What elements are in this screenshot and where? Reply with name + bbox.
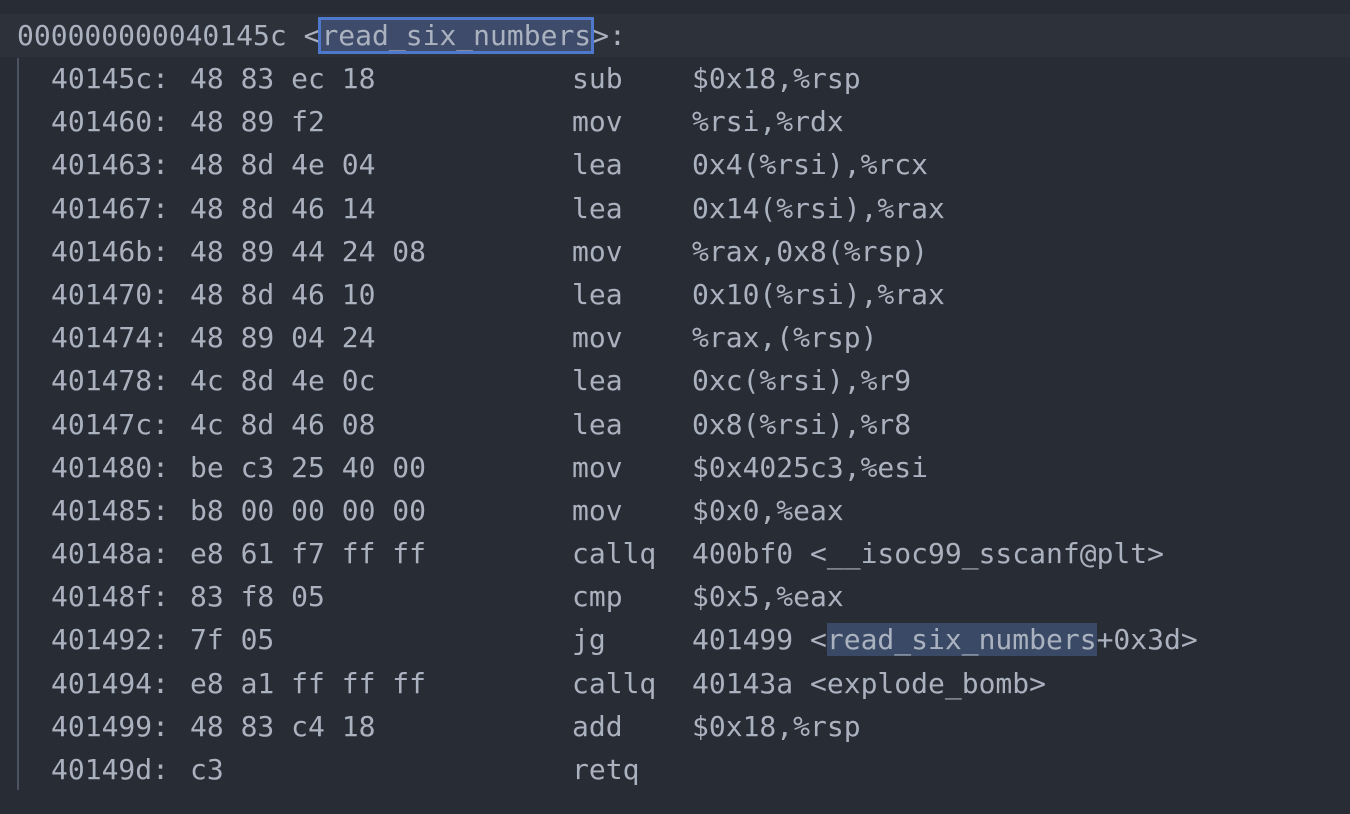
instruction-mnemonic: mov (572, 493, 623, 527)
instruction-mnemonic: mov (572, 234, 623, 268)
instruction-address: 40148f: (51, 580, 170, 614)
instruction-bytes: b8 00 00 00 00 (190, 493, 427, 527)
function-address: 000000000040145c (17, 19, 287, 52)
instruction-address: 40146b: (51, 234, 170, 268)
instruction-bytes: 48 8d 46 14 (190, 191, 376, 225)
instruction-row[interactable]: 401470: 48 8d 46 10 lea 0x10(%rsi),%rax (0, 273, 1350, 316)
instruction-address: 401470: (51, 277, 170, 311)
instruction-bytes: 7f 05 (190, 623, 275, 657)
instruction-address: 401460: (51, 105, 170, 139)
instruction-address: 401480: (51, 450, 170, 484)
instruction-row[interactable]: 401485: b8 00 00 00 00 mov $0x0,%eax (0, 489, 1350, 532)
instruction-row[interactable]: 40147c: 4c 8d 46 08 lea 0x8(%rsi),%r8 (0, 403, 1350, 446)
instruction-row[interactable]: 401460: 48 89 f2 mov %rsi,%rdx (0, 100, 1350, 143)
function-header-line[interactable]: 000000000040145c <read_six_numbers>: (0, 14, 1350, 57)
instruction-list: 40145c: 48 83 ec 18 sub $0x18,%rsp 401460: 48… (0, 57, 1350, 791)
instruction-operands: %rsi,%rdx (692, 105, 844, 139)
instruction-operands: 400bf0 <__isoc99_sscanf@plt> (692, 537, 1165, 571)
instruction-mnemonic: lea (572, 191, 623, 225)
instruction-mnemonic: mov (572, 450, 623, 484)
instruction-address: 401485: (51, 493, 170, 527)
instruction-mnemonic: lea (572, 407, 623, 441)
instruction-row[interactable]: 40148a: e8 61 f7 ff ff callq 400bf0 <__isoc… (0, 532, 1350, 575)
instruction-operands: $0x5,%eax (692, 580, 844, 614)
instruction-bytes: 48 83 c4 18 (190, 709, 376, 743)
instruction-mnemonic: lea (572, 277, 623, 311)
instruction-address: 40145c: (51, 62, 170, 95)
instruction-mnemonic: callq (572, 666, 657, 700)
instruction-bytes: 48 89 44 24 08 (190, 234, 427, 268)
instruction-row[interactable]: 40149d: c3 retq (0, 748, 1350, 791)
instruction-address: 401467: (51, 191, 170, 225)
instruction-bytes: 83 f8 05 (190, 580, 325, 614)
instruction-operands: $0x18,%rsp (692, 62, 861, 95)
function-open-bracket: < (286, 19, 321, 52)
instruction-address: 40149d: (51, 753, 170, 786)
instruction-operands: $0x18,%rsp (692, 709, 861, 743)
instruction-bytes: 4c 8d 46 08 (190, 407, 376, 441)
operand-suffix: +0x3d> (1096, 623, 1198, 657)
instruction-bytes: 48 8d 4e 04 (190, 148, 376, 182)
instruction-operands: $0x0,%eax (692, 493, 844, 527)
symbol-match-highlight[interactable]: read_six_numbers (826, 623, 1097, 657)
instruction-mnemonic: mov (572, 105, 623, 139)
instruction-operands: 0xc(%rsi),%r9 (692, 364, 912, 398)
function-close-bracket: >: (592, 19, 626, 52)
instruction-bytes: c3 (190, 753, 224, 786)
instruction-bytes: be c3 25 40 00 (190, 450, 427, 484)
instruction-bytes: 48 83 ec 18 (190, 62, 376, 95)
function-name-selection[interactable]: read_six_numbers (318, 17, 595, 54)
instruction-address: 401463: (51, 148, 170, 182)
instruction-bytes: 48 89 f2 (190, 105, 325, 139)
instruction-row[interactable]: 401492: 7f 05 jg 401499 <read_six_numbers+0… (0, 618, 1350, 661)
instruction-address: 401492: (51, 623, 170, 657)
instruction-address: 401478: (51, 364, 170, 398)
instruction-address: 401474: (51, 321, 170, 355)
instruction-address: 40147c: (51, 407, 170, 441)
instruction-row[interactable]: 40146b: 48 89 44 24 08 mov %rax,0x8(%rsp) (0, 230, 1350, 273)
instruction-row[interactable]: 401494: e8 a1 ff ff ff callq 40143a <explod… (0, 662, 1350, 705)
instruction-mnemonic: lea (572, 148, 623, 182)
instruction-operands: $0x4025c3,%esi (692, 450, 929, 484)
instruction-mnemonic: retq (572, 753, 640, 786)
instruction-bytes: 4c 8d 4e 0c (190, 364, 376, 398)
instruction-address: 401494: (51, 666, 170, 700)
instruction-bytes: e8 61 f7 ff ff (190, 537, 427, 571)
instruction-operands: 0x4(%rsi),%rcx (692, 148, 929, 182)
instruction-row[interactable]: 401463: 48 8d 4e 04 lea 0x4(%rsi),%rcx (0, 143, 1350, 186)
instruction-operands: 40143a <explode_bomb> (692, 666, 1047, 700)
instruction-mnemonic: cmp (572, 580, 623, 614)
instruction-row[interactable]: 401474: 48 89 04 24 mov %rax,(%rsp) (0, 316, 1350, 359)
instruction-address: 401499: (51, 709, 170, 743)
instruction-row[interactable]: 401478: 4c 8d 4e 0c lea 0xc(%rsi),%r9 (0, 359, 1350, 402)
instruction-row[interactable]: 40145c: 48 83 ec 18 sub $0x18,%rsp (0, 57, 1350, 100)
instruction-operands: 0x14(%rsi),%rax (692, 191, 945, 225)
instruction-row[interactable]: 401480: be c3 25 40 00 mov $0x4025c3,%esi (0, 446, 1350, 489)
instruction-row[interactable]: 401467: 48 8d 46 14 lea 0x14(%rsi),%rax (0, 187, 1350, 230)
instruction-operands: 401499 <read_six_numbers+0x3d> (692, 618, 1198, 661)
instruction-mnemonic: sub (572, 62, 623, 95)
instruction-mnemonic: add (572, 709, 623, 743)
disassembly-editor[interactable]: 000000000040145c <read_six_numbers>: 401… (0, 0, 1350, 814)
instruction-operands: 0x8(%rsi),%r8 (692, 407, 912, 441)
instruction-mnemonic: callq (572, 537, 657, 571)
instruction-row[interactable]: 401499: 48 83 c4 18 add $0x18,%rsp (0, 705, 1350, 748)
instruction-bytes: 48 8d 46 10 (190, 277, 376, 311)
instruction-operands: %rax,(%rsp) (692, 321, 878, 355)
instruction-address: 40148a: (51, 537, 170, 571)
instruction-mnemonic: jg (572, 623, 606, 657)
instruction-operands: 0x10(%rsi),%rax (692, 277, 945, 311)
instruction-mnemonic: mov (572, 321, 623, 355)
function-header: 000000000040145c <read_six_numbers>: (17, 14, 626, 57)
operand-prefix: 401499 < (692, 623, 827, 657)
instruction-mnemonic: lea (572, 364, 623, 398)
instruction-row[interactable]: 40148f: 83 f8 05 cmp $0x5,%eax (0, 575, 1350, 618)
instruction-bytes: e8 a1 ff ff ff (190, 666, 427, 700)
instruction-operands: %rax,0x8(%rsp) (692, 234, 929, 268)
instruction-bytes: 48 89 04 24 (190, 321, 376, 355)
